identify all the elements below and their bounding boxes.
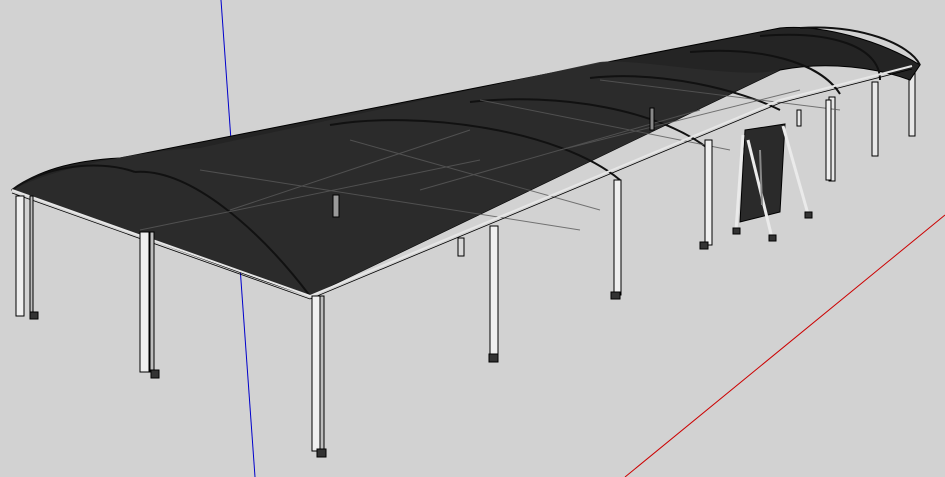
back-left-post xyxy=(649,107,655,131)
canopy-scene xyxy=(10,0,945,477)
post xyxy=(825,99,832,181)
post xyxy=(139,231,160,379)
post xyxy=(15,195,39,320)
red-axis xyxy=(624,214,945,477)
post xyxy=(311,295,327,458)
post xyxy=(610,179,622,300)
3d-viewport[interactable] xyxy=(0,0,945,477)
post xyxy=(699,139,713,250)
end-panel xyxy=(732,123,813,242)
post xyxy=(488,225,499,363)
back-posts xyxy=(796,69,916,182)
